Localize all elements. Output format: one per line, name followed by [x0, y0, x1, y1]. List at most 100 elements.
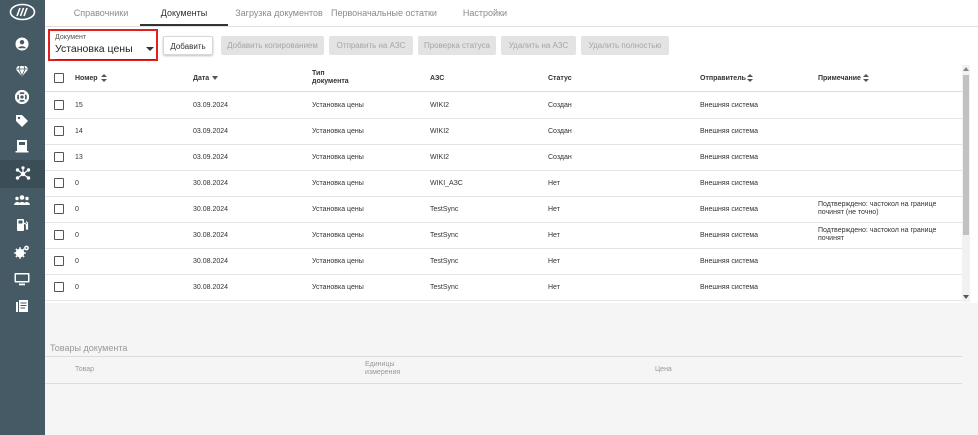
- header-azs[interactable]: АЗС: [430, 74, 444, 83]
- header-status[interactable]: Статус: [548, 74, 572, 83]
- table-row[interactable]: 15 03.09.2024 Установка цены WIKI2 Созда…: [45, 92, 962, 119]
- cell-azs: WIKI2: [430, 154, 450, 161]
- lifebuoy-icon[interactable]: [13, 88, 31, 106]
- cell-type: Установка цены: [312, 102, 364, 109]
- monitor-icon[interactable]: [13, 270, 31, 288]
- tab-documents[interactable]: Документы: [140, 0, 228, 26]
- diamond-icon[interactable]: [13, 62, 31, 80]
- document-type-select[interactable]: Документ Установка цены: [55, 32, 155, 60]
- scrollbar-thumb[interactable]: [963, 75, 969, 235]
- table-row[interactable]: 0 30.08.2024 Установка цены TestSync Нет…: [45, 274, 962, 301]
- send-to-azs-button[interactable]: Отправить на АЗС: [329, 36, 413, 55]
- table-row[interactable]: 0 30.08.2024 Установка цены TestSync Нет…: [45, 196, 962, 223]
- row-checkbox[interactable]: [54, 204, 64, 214]
- tag-icon[interactable]: [13, 112, 31, 130]
- goods-header-units-line2: измерения: [365, 369, 401, 376]
- sort-desc-icon[interactable]: [212, 76, 218, 80]
- goods-table-header: Товар Единицы измерения Цена: [45, 356, 962, 384]
- cell-type: Установка цены: [312, 284, 364, 291]
- cell-date: 30.08.2024: [193, 180, 229, 187]
- scroll-down-icon[interactable]: [963, 295, 969, 299]
- tabs-bar: Справочники Документы Загрузка документо…: [45, 0, 978, 27]
- goods-header-units-line1: Единицы: [365, 361, 395, 368]
- cell-type: Установка цены: [312, 206, 364, 213]
- sort-icon[interactable]: [101, 74, 107, 83]
- cell-sender: Внешняя система: [700, 102, 759, 109]
- table-row[interactable]: 0 30.08.2024 Установка цены WIKI_АЗС Нет…: [45, 170, 962, 197]
- cell-status: Нет: [548, 232, 560, 239]
- users-icon[interactable]: [13, 191, 31, 209]
- cell-sender: Внешняя система: [700, 232, 759, 239]
- add-copy-button[interactable]: Добавить копированием: [221, 36, 324, 55]
- cell-number: 15: [75, 102, 83, 109]
- fuel-pump-icon[interactable]: [13, 216, 31, 234]
- network-icon[interactable]: [0, 160, 45, 188]
- sort-icon[interactable]: [747, 74, 753, 83]
- table-row[interactable]: 0 30.08.2024 Установка цены TestSync Нет…: [45, 248, 962, 275]
- cell-date: 03.09.2024: [193, 128, 229, 135]
- cell-type: Установка цены: [312, 180, 364, 187]
- cell-azs: WIKI_АЗС: [430, 180, 463, 187]
- row-checkbox[interactable]: [54, 178, 64, 188]
- header-number[interactable]: Номер: [75, 74, 98, 83]
- goods-title: Товары документа: [50, 343, 128, 353]
- header-type-line2[interactable]: документа: [312, 77, 349, 86]
- cell-status: Нет: [548, 180, 560, 187]
- tab-settings[interactable]: Настройки: [455, 0, 515, 26]
- row-checkbox[interactable]: [54, 126, 64, 136]
- cell-number: 0: [75, 258, 79, 265]
- cell-sender: Внешняя система: [700, 284, 759, 291]
- tab-directories[interactable]: Справочники: [65, 0, 137, 26]
- user-icon[interactable]: [13, 35, 31, 53]
- cell-number: 0: [75, 284, 79, 291]
- cell-type: Установка цены: [312, 154, 364, 161]
- sort-icon[interactable]: [863, 74, 869, 83]
- logo-icon[interactable]: [9, 3, 36, 21]
- check-status-button[interactable]: Проверка статуса: [418, 36, 496, 55]
- cell-date: 30.08.2024: [193, 258, 229, 265]
- caret-down-icon: [146, 47, 154, 51]
- row-checkbox[interactable]: [54, 152, 64, 162]
- fuel-dispenser-icon[interactable]: [13, 137, 31, 155]
- row-checkbox[interactable]: [54, 256, 64, 266]
- cell-note: Подтверждено: частокол на границе починя…: [818, 227, 937, 242]
- delete-fully-button[interactable]: Удалить полностью: [581, 36, 669, 55]
- table-row[interactable]: 14 03.09.2024 Установка цены WIKI2 Созда…: [45, 118, 962, 145]
- row-checkbox[interactable]: [54, 230, 64, 240]
- header-sender[interactable]: Отправитель: [700, 74, 746, 83]
- table-scrollbar[interactable]: [962, 65, 970, 302]
- cell-number: 14: [75, 128, 83, 135]
- cell-sender: Внешняя система: [700, 180, 759, 187]
- row-checkbox[interactable]: [54, 100, 64, 110]
- tab-initial-balances[interactable]: Первоначальные остатки: [331, 0, 437, 26]
- cell-number: 0: [75, 180, 79, 187]
- cell-date: 30.08.2024: [193, 284, 229, 291]
- cell-sender: Внешняя система: [700, 154, 759, 161]
- main-content: Справочники Документы Загрузка документо…: [45, 0, 978, 435]
- cell-type: Установка цены: [312, 128, 364, 135]
- cell-status: Создан: [548, 154, 572, 161]
- document-type-label: Документ: [55, 34, 87, 41]
- active-tab-indicator: [140, 24, 228, 26]
- scroll-up-icon[interactable]: [963, 67, 969, 71]
- delete-on-azs-button[interactable]: Удалить на АЗС: [501, 36, 576, 55]
- cell-azs: TestSync: [430, 258, 459, 265]
- table-row[interactable]: 13 03.09.2024 Установка цены WIKI2 Созда…: [45, 144, 962, 171]
- documents-icon[interactable]: [13, 297, 31, 315]
- cell-azs: TestSync: [430, 206, 459, 213]
- tab-document-upload[interactable]: Загрузка документов: [231, 0, 327, 26]
- cell-azs: WIKI2: [430, 128, 450, 135]
- row-checkbox[interactable]: [54, 282, 64, 292]
- table-row[interactable]: 0 30.08.2024 Установка цены TestSync Нет…: [45, 222, 962, 249]
- cell-type: Установка цены: [312, 232, 364, 239]
- select-underline: [55, 59, 155, 60]
- add-button[interactable]: Добавить: [163, 36, 213, 55]
- cell-number: 13: [75, 154, 83, 161]
- sidebar: [0, 0, 45, 435]
- select-all-checkbox[interactable]: [54, 73, 64, 83]
- document-type-value: Установка цены: [55, 43, 133, 55]
- header-date[interactable]: Дата: [193, 74, 209, 83]
- settings-gears-icon[interactable]: [13, 243, 31, 261]
- documents-table: Номер Дата Тип документа АЗС Статус Отпр…: [45, 65, 978, 302]
- header-note[interactable]: Примечание: [818, 74, 861, 83]
